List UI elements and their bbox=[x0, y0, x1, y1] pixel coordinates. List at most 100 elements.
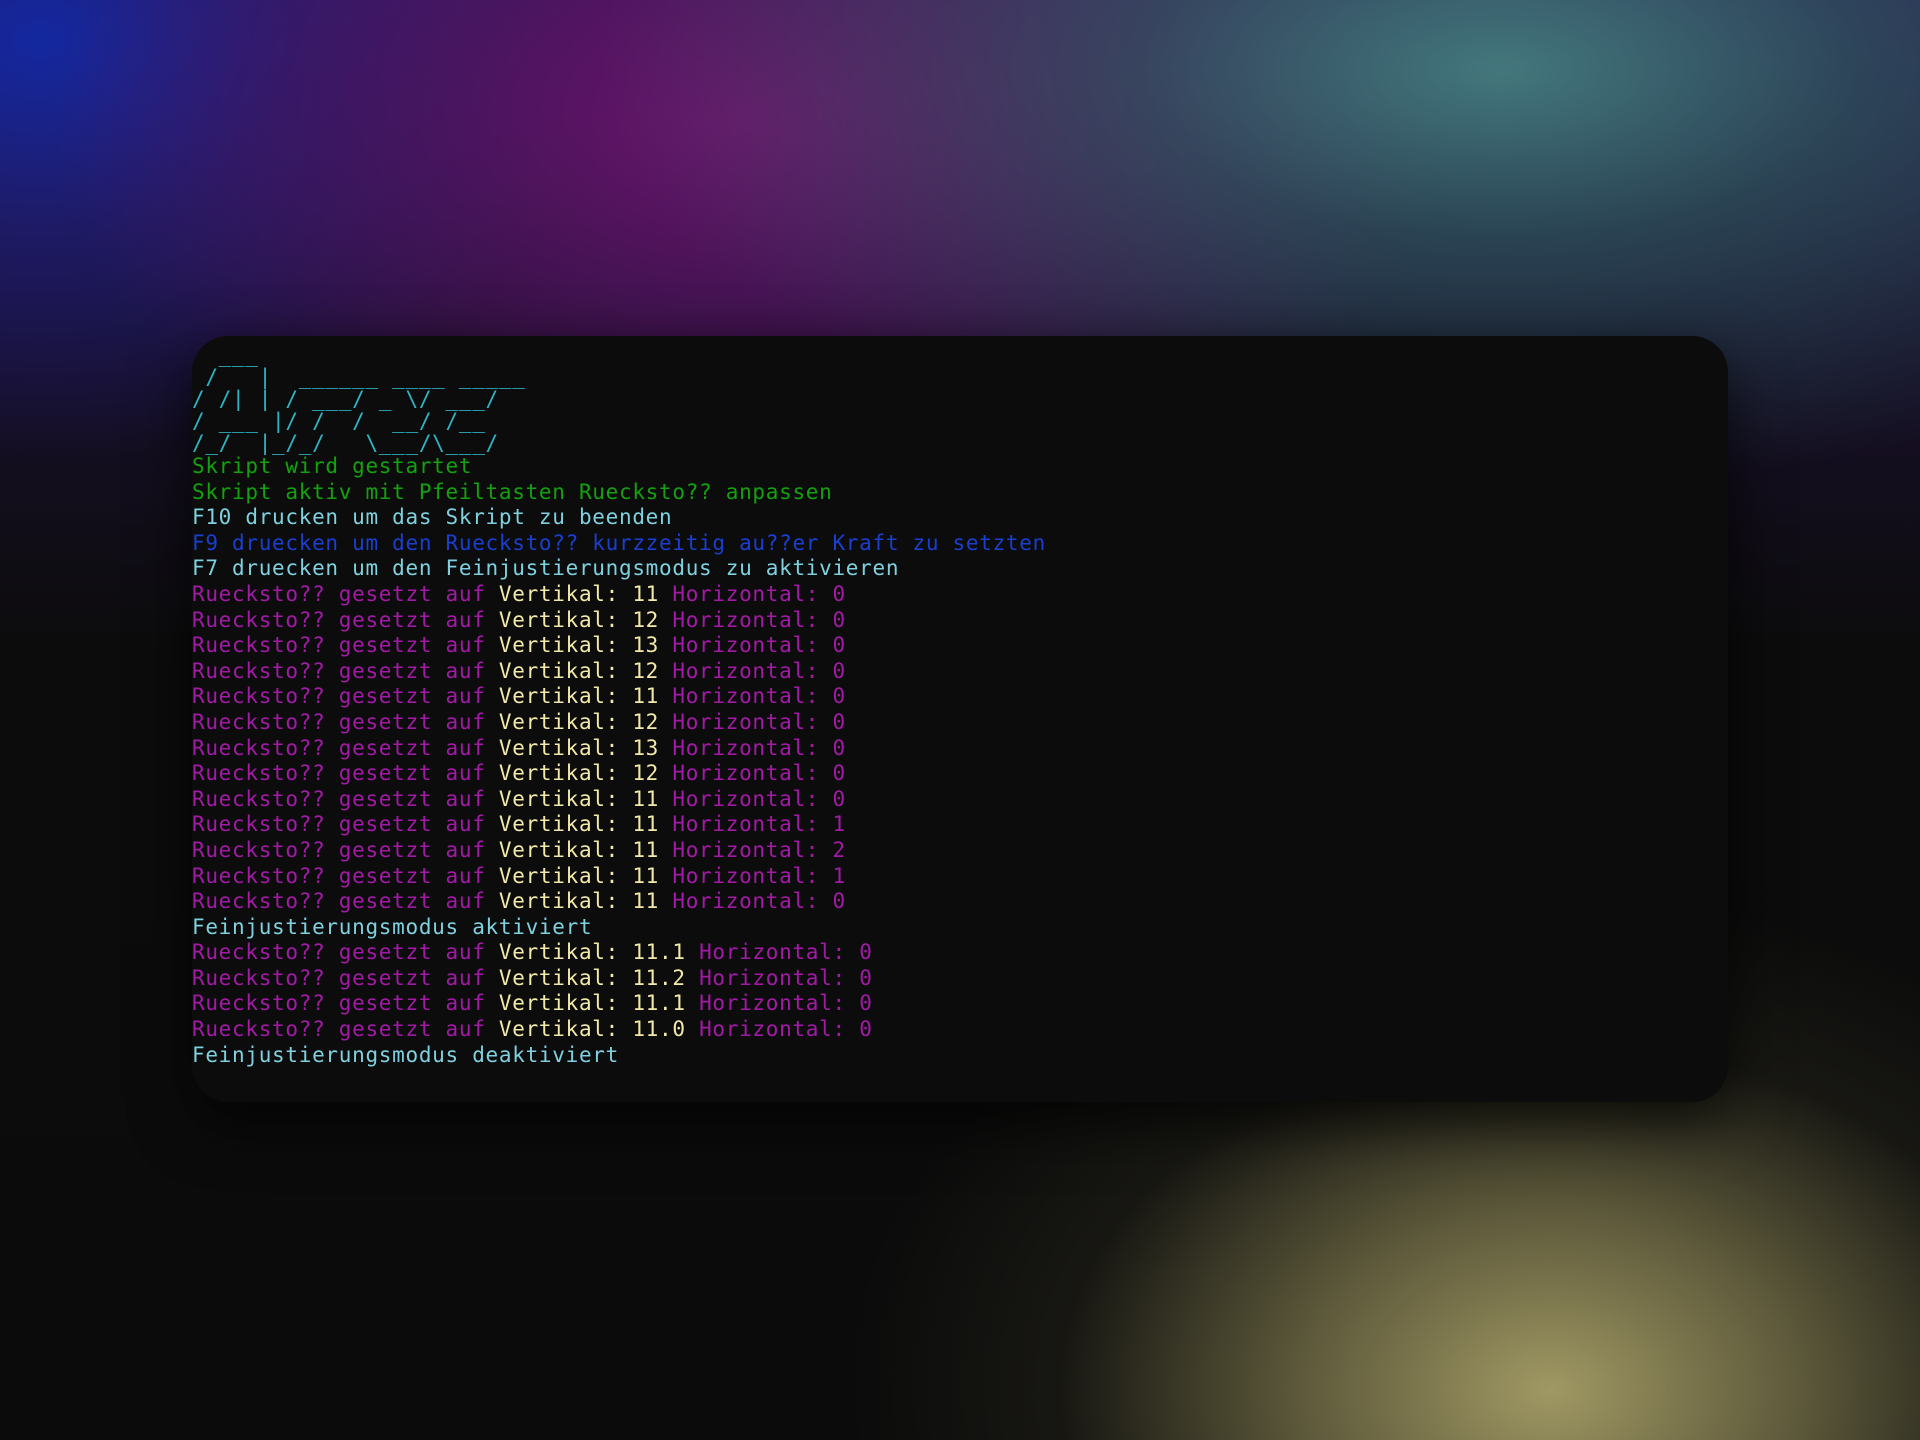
vertical-value: 11 bbox=[632, 863, 660, 888]
horizontal-label: Horizontal: bbox=[672, 889, 820, 914]
vertical-label: Vertikal: bbox=[498, 709, 619, 734]
vertical-value: 13 bbox=[632, 735, 660, 760]
horizontal-value: 0 bbox=[832, 581, 846, 606]
vertical-value: 11 bbox=[632, 786, 660, 811]
vertical-value: 11.1 bbox=[632, 991, 686, 1016]
recoil-log-line: Ruecksto?? gesetzt auf Vertikal: 11 Hori… bbox=[192, 582, 1728, 608]
vertical-label: Vertikal: bbox=[498, 812, 619, 837]
vertical-label: Vertikal: bbox=[498, 761, 619, 786]
horizontal-value: 0 bbox=[859, 991, 873, 1016]
horizontal-value: 1 bbox=[832, 863, 846, 888]
horizontal-value: 0 bbox=[859, 965, 873, 990]
recoil-prefix: Ruecksto?? gesetzt auf bbox=[192, 607, 486, 632]
vertical-label: Vertikal: bbox=[498, 633, 619, 658]
recoil-log-line: Ruecksto?? gesetzt auf Vertikal: 11 Hori… bbox=[192, 838, 1728, 864]
recoil-prefix: Ruecksto?? gesetzt auf bbox=[192, 812, 486, 837]
horizontal-label: Horizontal: bbox=[699, 1017, 846, 1042]
recoil-prefix: Ruecksto?? gesetzt auf bbox=[192, 965, 486, 990]
vertical-value: 11 bbox=[632, 837, 660, 862]
horizontal-label: Horizontal: bbox=[672, 684, 820, 709]
startup-line: F7 druecken um den Feinjustierungsmodus … bbox=[192, 556, 900, 581]
startup-line: Skript wird gestartet bbox=[192, 454, 473, 478]
vertical-label: Vertikal: bbox=[498, 607, 619, 632]
startup-line: Skript aktiv mit Pfeiltasten Ruecksto?? … bbox=[192, 479, 833, 504]
recoil-prefix: Ruecksto?? gesetzt auf bbox=[192, 1017, 486, 1042]
horizontal-label: Horizontal: bbox=[699, 940, 846, 965]
horizontal-value: 0 bbox=[832, 735, 846, 760]
horizontal-value: 0 bbox=[832, 709, 846, 734]
horizontal-label: Horizontal: bbox=[672, 735, 820, 760]
recoil-prefix: Ruecksto?? gesetzt auf bbox=[192, 863, 486, 888]
horizontal-value: 0 bbox=[832, 889, 846, 914]
recoil-log-line: Ruecksto?? gesetzt auf Vertikal: 11.0 Ho… bbox=[192, 1017, 1728, 1043]
recoil-log-line: Ruecksto?? gesetzt auf Vertikal: 11 Hori… bbox=[192, 812, 1728, 838]
vertical-value: 12 bbox=[632, 761, 660, 786]
recoil-log-line: Ruecksto?? gesetzt auf Vertikal: 11.1 Ho… bbox=[192, 940, 1728, 966]
vertical-label: Vertikal: bbox=[498, 863, 619, 888]
vertical-value: 12 bbox=[632, 607, 660, 632]
recoil-prefix: Ruecksto?? gesetzt auf bbox=[192, 684, 486, 709]
horizontal-label: Horizontal: bbox=[672, 658, 820, 683]
recoil-log-line: Ruecksto?? gesetzt auf Vertikal: 12 Hori… bbox=[192, 608, 1728, 634]
recoil-log-line: Ruecksto?? gesetzt auf Vertikal: 13 Hori… bbox=[192, 736, 1728, 762]
horizontal-label: Horizontal: bbox=[672, 863, 820, 888]
recoil-prefix: Ruecksto?? gesetzt auf bbox=[192, 581, 486, 606]
recoil-log-line: Ruecksto?? gesetzt auf Vertikal: 11 Hori… bbox=[192, 889, 1728, 915]
recoil-prefix: Ruecksto?? gesetzt auf bbox=[192, 709, 486, 734]
vertical-label: Vertikal: bbox=[498, 965, 619, 990]
horizontal-label: Horizontal: bbox=[672, 633, 820, 658]
vertical-value: 13 bbox=[632, 633, 660, 658]
horizontal-label: Horizontal: bbox=[672, 812, 820, 837]
recoil-log-line: Ruecksto?? gesetzt auf Vertikal: 11.2 Ho… bbox=[192, 966, 1728, 992]
recoil-log-line: Ruecksto?? gesetzt auf Vertikal: 12 Hori… bbox=[192, 659, 1728, 685]
horizontal-value: 0 bbox=[832, 658, 846, 683]
horizontal-label: Horizontal: bbox=[699, 991, 846, 1016]
horizontal-value: 0 bbox=[832, 684, 846, 709]
fine-mode-on-line: Feinjustierungsmodus aktiviert bbox=[192, 914, 593, 939]
vertical-value: 11 bbox=[632, 812, 660, 837]
recoil-prefix: Ruecksto?? gesetzt auf bbox=[192, 940, 486, 965]
vertical-label: Vertikal: bbox=[498, 1017, 619, 1042]
recoil-prefix: Ruecksto?? gesetzt auf bbox=[192, 633, 486, 658]
recoil-prefix: Ruecksto?? gesetzt auf bbox=[192, 786, 486, 811]
vertical-value: 11.1 bbox=[632, 940, 686, 965]
horizontal-value: 0 bbox=[859, 1017, 873, 1042]
recoil-prefix: Ruecksto?? gesetzt auf bbox=[192, 837, 486, 862]
console-output: Skript wird gestartet Skript aktiv mit Pf… bbox=[192, 454, 1728, 1068]
vertical-label: Vertikal: bbox=[498, 940, 619, 965]
vertical-value: 11 bbox=[632, 581, 660, 606]
vertical-value: 11.0 bbox=[632, 1017, 686, 1042]
recoil-log-line: Ruecksto?? gesetzt auf Vertikal: 13 Hori… bbox=[192, 633, 1728, 659]
recoil-log-line: Ruecksto?? gesetzt auf Vertikal: 11 Hori… bbox=[192, 684, 1728, 710]
vertical-label: Vertikal: bbox=[498, 889, 619, 914]
vertical-label: Vertikal: bbox=[498, 991, 619, 1016]
vertical-label: Vertikal: bbox=[498, 581, 619, 606]
horizontal-label: Horizontal: bbox=[672, 786, 820, 811]
horizontal-label: Horizontal: bbox=[699, 965, 846, 990]
terminal-window[interactable]: ___ / | ______ ____ _____ / /| | / ___/ … bbox=[192, 336, 1728, 1102]
recoil-log-line: Ruecksto?? gesetzt auf Vertikal: 12 Hori… bbox=[192, 761, 1728, 787]
vertical-value: 12 bbox=[632, 658, 660, 683]
horizontal-value: 0 bbox=[832, 607, 846, 632]
horizontal-label: Horizontal: bbox=[672, 709, 820, 734]
horizontal-value: 0 bbox=[832, 761, 846, 786]
vertical-label: Vertikal: bbox=[498, 658, 619, 683]
startup-line: F10 drucken um das Skript zu beenden bbox=[192, 505, 673, 530]
recoil-log-line: Ruecksto?? gesetzt auf Vertikal: 11 Hori… bbox=[192, 864, 1728, 890]
fine-mode-off-line: Feinjustierungsmodus deaktiviert bbox=[192, 1042, 619, 1067]
vertical-value: 11 bbox=[632, 684, 660, 709]
horizontal-label: Horizontal: bbox=[672, 581, 820, 606]
recoil-log-line: Ruecksto?? gesetzt auf Vertikal: 12 Hori… bbox=[192, 710, 1728, 736]
recoil-prefix: Ruecksto?? gesetzt auf bbox=[192, 991, 486, 1016]
recoil-prefix: Ruecksto?? gesetzt auf bbox=[192, 761, 486, 786]
vertical-label: Vertikal: bbox=[498, 786, 619, 811]
vertical-label: Vertikal: bbox=[498, 837, 619, 862]
horizontal-value: 0 bbox=[832, 786, 846, 811]
horizontal-value: 0 bbox=[832, 633, 846, 658]
horizontal-value: 2 bbox=[832, 837, 846, 862]
horizontal-value: 1 bbox=[832, 812, 846, 837]
ascii-banner: ___ / | ______ ____ _____ / /| | / ___/ … bbox=[192, 343, 526, 455]
horizontal-label: Horizontal: bbox=[672, 837, 820, 862]
recoil-prefix: Ruecksto?? gesetzt auf bbox=[192, 658, 486, 683]
recoil-prefix: Ruecksto?? gesetzt auf bbox=[192, 735, 486, 760]
